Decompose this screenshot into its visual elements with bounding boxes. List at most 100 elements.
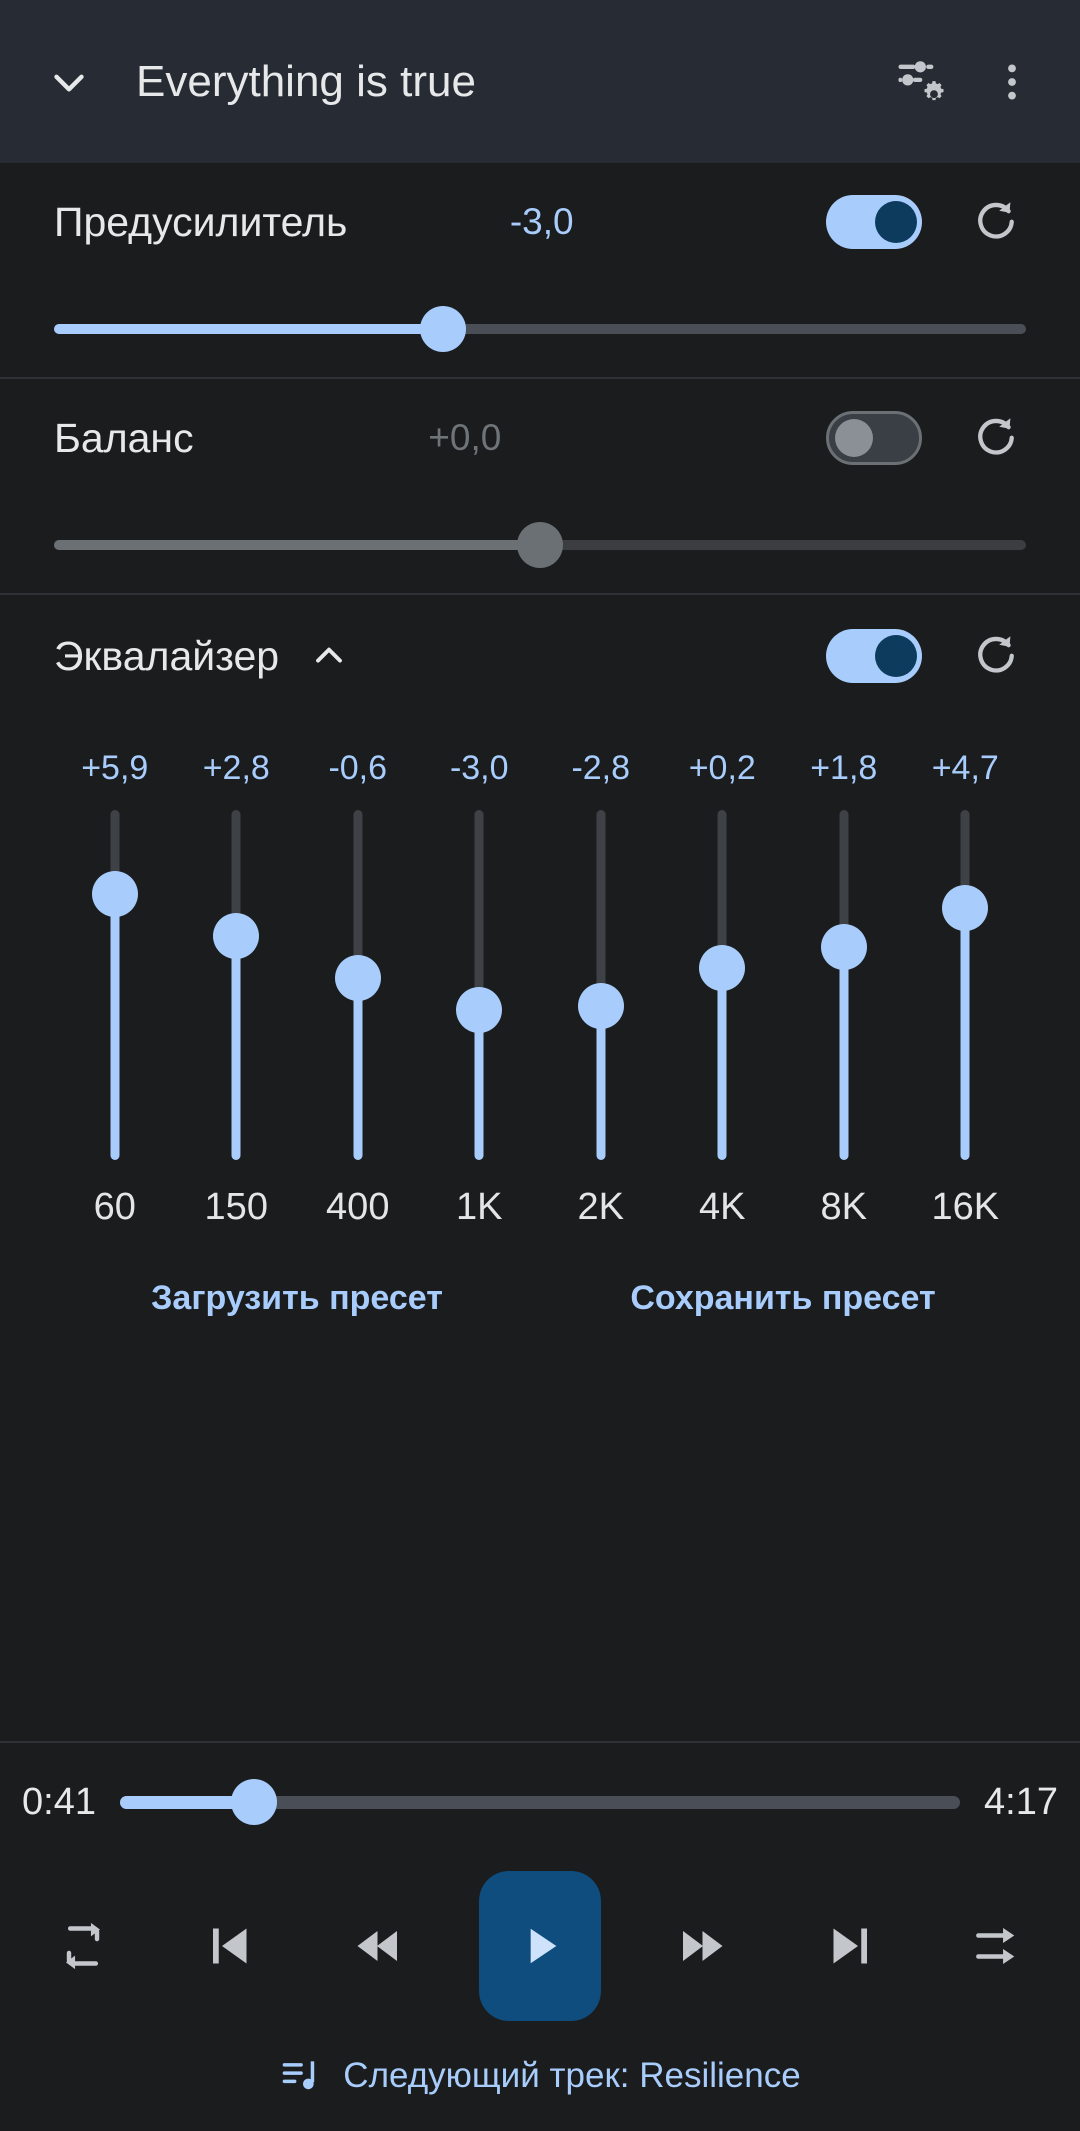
slider-fill (54, 540, 540, 550)
slider-fill (54, 324, 443, 334)
next-track-label: Следующий трек: Resilience (343, 2056, 801, 2095)
equalizer-band-values: +5,9 +2,8 -0,6 -3,0 -2,8 +0,2 +1,8 +4,7 (54, 749, 1026, 788)
eq-band-column (297, 810, 419, 1160)
previous-button[interactable] (186, 1903, 272, 1989)
reset-icon (978, 636, 1014, 673)
balance-reset-button[interactable] (966, 408, 1026, 468)
balance-value: +0,0 (428, 417, 502, 458)
slider-thumb[interactable] (577, 983, 624, 1029)
eq-band-column (419, 810, 541, 1160)
eq-band-column (540, 810, 662, 1160)
equalizer-section: Эквалайзер +5,9 +2,8 -0,6 -3,0 -2,8 +0,2 +1,8 +… (0, 595, 1080, 1358)
eq-band-value: +0,2 (688, 749, 756, 787)
equalizer-collapse-button[interactable] (301, 628, 357, 684)
toggle-knob (875, 201, 917, 243)
header-actions (894, 55, 1036, 109)
progress-row: 0:41 4:17 (0, 1743, 1080, 1861)
slider-thumb[interactable] (334, 955, 381, 1001)
eq-band-column (905, 810, 1027, 1160)
queue-music-icon (282, 2061, 315, 2090)
balance-slider[interactable] (42, 497, 1038, 593)
load-preset-button[interactable]: Загрузить пресет (54, 1279, 540, 1318)
eq-band-column (54, 810, 176, 1160)
collapse-player-button[interactable] (38, 51, 100, 113)
eq-band-slider[interactable] (90, 810, 140, 1160)
reset-icon (978, 202, 1014, 239)
eq-band-slider[interactable] (454, 810, 504, 1160)
eq-band-value: +5,9 (81, 749, 149, 787)
rewind-button[interactable] (333, 1903, 419, 1989)
equalizer-screen: Everything is true Предусилитель -3,0 Ба… (0, 0, 1080, 2131)
eq-band-slider[interactable] (576, 810, 626, 1160)
slider-thumb[interactable] (820, 923, 867, 970)
preamp-value: -3,0 (509, 201, 574, 242)
overflow-menu-icon (1008, 64, 1016, 99)
eq-band-value: -0,6 (328, 749, 388, 787)
preamp-slider[interactable] (42, 281, 1038, 377)
eq-band-frequency: 400 (326, 1186, 390, 1228)
slider-thumb[interactable] (942, 885, 989, 931)
slider-fill (231, 936, 241, 1160)
play-button[interactable] (478, 1871, 601, 2021)
seek-slider[interactable] (119, 1772, 961, 1832)
eq-band-frequency: 8K (820, 1186, 867, 1228)
slider-thumb[interactable] (91, 871, 138, 917)
slider-fill (960, 908, 970, 1160)
chevron-up-icon (316, 647, 343, 663)
eq-band-frequency: 16K (931, 1186, 1000, 1228)
total-time: 4:17 (984, 1780, 1058, 1823)
balance-toggle[interactable] (826, 411, 922, 465)
eq-band-slider[interactable] (333, 810, 383, 1160)
audio-settings-button[interactable] (894, 55, 948, 109)
current-time: 0:41 (22, 1780, 96, 1823)
next-track-bar[interactable]: Следующий трек: Resilience (0, 2031, 1080, 2121)
eq-band-slider[interactable] (819, 810, 869, 1160)
save-preset-button[interactable]: Сохранить пресет (540, 1279, 1026, 1318)
preamp-header-row: Предусилитель -3,0 (54, 163, 1026, 281)
next-button[interactable] (808, 1903, 894, 1989)
equalizer-band-frequencies: 60 150 400 1K 2K 4K 8K 16K (54, 1186, 1026, 1229)
eq-band-frequency: 2K (577, 1186, 624, 1228)
fast-forward-icon (683, 1931, 723, 1961)
equalizer-reset-button[interactable] (966, 626, 1026, 686)
app-header: Everything is true (0, 0, 1080, 163)
slider-fill (839, 946, 849, 1160)
slider-thumb[interactable] (517, 522, 563, 568)
eq-band-slider[interactable] (697, 810, 747, 1160)
eq-band-frequency: 1K (456, 1186, 503, 1228)
repeat-button[interactable] (40, 1903, 126, 1989)
preamp-section: Предусилитель -3,0 (0, 163, 1080, 379)
slider-fill (596, 1006, 606, 1160)
play-icon (530, 1928, 557, 1964)
shuffle-button[interactable] (954, 1903, 1040, 1989)
eq-band-slider[interactable] (211, 810, 261, 1160)
eq-band-frequency: 4K (699, 1186, 746, 1228)
slider-thumb[interactable] (213, 913, 260, 959)
skip-previous-icon (213, 1928, 247, 1964)
equalizer-toggle[interactable] (826, 629, 922, 683)
eq-band-value: +1,8 (810, 749, 878, 787)
equalizer-header-row: Эквалайзер (54, 595, 1026, 717)
slider-fill (717, 967, 727, 1160)
eq-band-value: -2,8 (571, 749, 631, 787)
audio-settings-icon (898, 60, 944, 100)
balance-label: Баланс (54, 414, 194, 461)
overflow-menu-button[interactable] (988, 58, 1036, 106)
chevron-down-icon (54, 74, 84, 91)
slider-thumb[interactable] (231, 1779, 278, 1825)
slider-fill (353, 978, 363, 1160)
rewind-icon (357, 1931, 397, 1961)
repeat-icon (65, 1922, 101, 1970)
eq-band-column (662, 810, 784, 1160)
slider-thumb[interactable] (419, 306, 466, 352)
slider-thumb[interactable] (699, 944, 746, 991)
forward-button[interactable] (661, 1903, 747, 1989)
equalizer-label: Эквалайзер (54, 632, 280, 679)
preamp-toggle[interactable] (826, 195, 922, 249)
eq-band-frequency: 150 (204, 1186, 268, 1228)
transport-controls (0, 1861, 1080, 2031)
slider-thumb[interactable] (456, 986, 503, 1033)
eq-band-slider[interactable] (940, 810, 990, 1160)
preamp-reset-button[interactable] (966, 192, 1026, 252)
shuffle-icon (976, 1928, 1015, 1964)
